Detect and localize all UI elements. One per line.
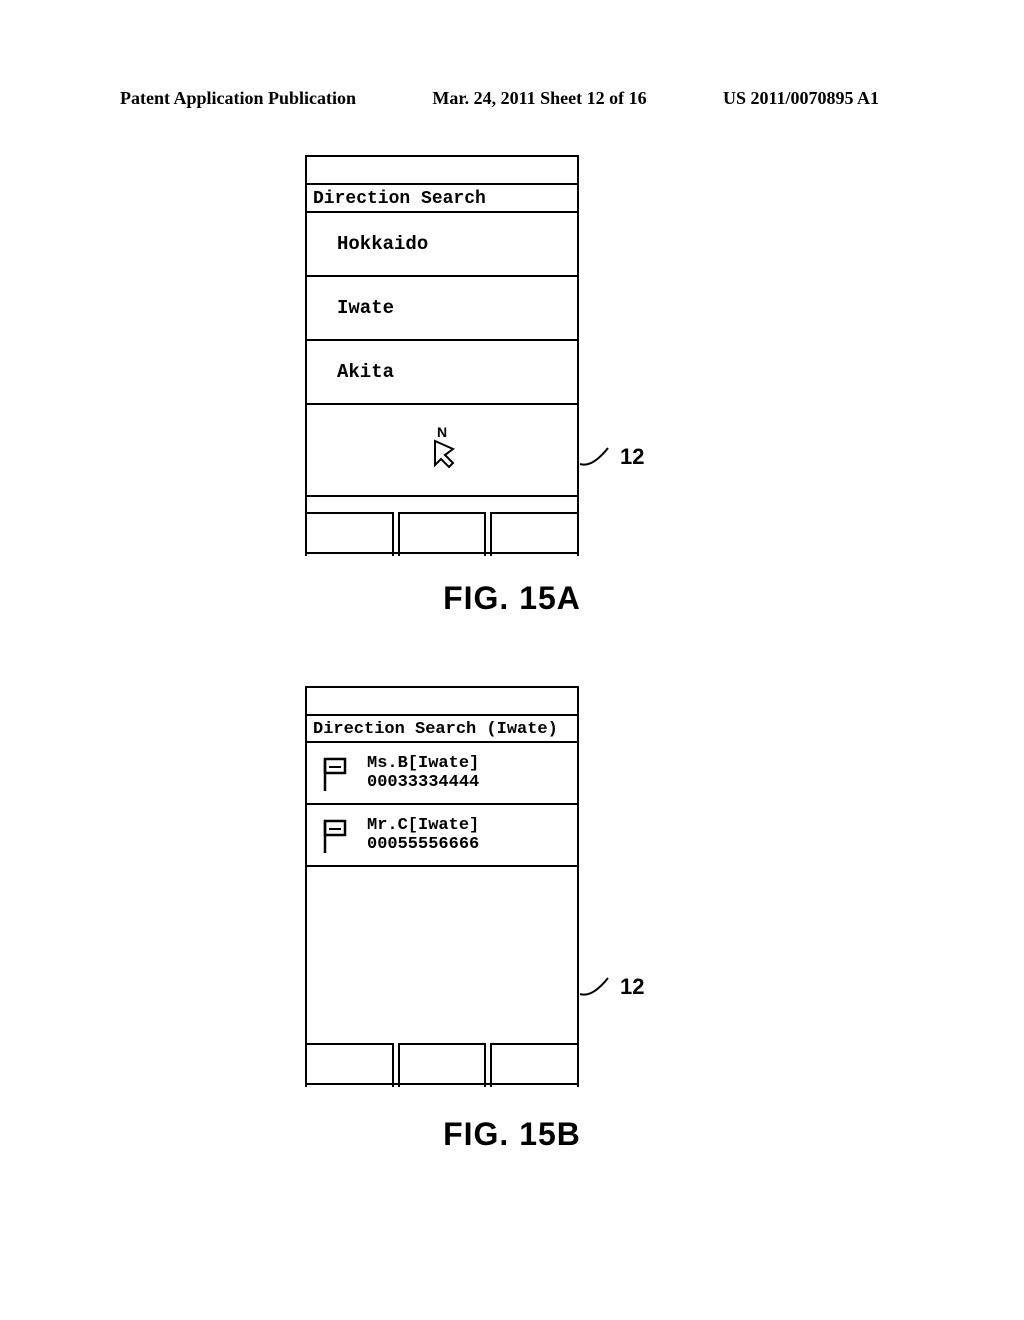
contact-name: Ms.B[Iwate] <box>367 754 479 773</box>
page-header: Patent Application Publication Mar. 24, … <box>120 88 879 109</box>
callout-line-icon <box>578 442 614 472</box>
contact-number: 00055556666 <box>367 835 479 854</box>
softkey-right[interactable] <box>490 512 579 556</box>
softkey-bar <box>307 1043 577 1083</box>
list-item[interactable]: Akita <box>307 341 577 405</box>
softkey-right[interactable] <box>490 1043 579 1087</box>
header-center: Mar. 24, 2011 Sheet 12 of 16 <box>432 88 646 109</box>
list-item[interactable]: Iwate <box>307 277 577 341</box>
list-item[interactable]: Mr.C[Iwate] 00055556666 <box>307 805 577 867</box>
device-screen-b: Direction Search (Iwate) Ms.B[Iwate] 000… <box>305 686 579 1085</box>
figure-label-a: FIG. 15A <box>0 580 1024 617</box>
list-item-label: Hokkaido <box>337 233 428 255</box>
header-left: Patent Application Publication <box>120 88 356 109</box>
list-item[interactable]: Ms.B[Iwate] 00033334444 <box>307 743 577 805</box>
device-screen-a: Direction Search Hokkaido Iwate Akita N <box>305 155 579 554</box>
softkey-center[interactable] <box>398 1043 487 1087</box>
screen-title: Direction Search (Iwate) <box>307 716 577 743</box>
callout-12a: 12 <box>578 442 644 472</box>
flag-icon <box>319 753 353 793</box>
list-item-label: Akita <box>337 361 394 383</box>
callout-number: 12 <box>620 444 644 470</box>
flag-icon <box>319 815 353 855</box>
status-bar <box>307 688 577 716</box>
callout-12b: 12 <box>578 972 644 1002</box>
softkey-center[interactable] <box>398 512 487 556</box>
softkey-left[interactable] <box>305 1043 394 1087</box>
figure-label-b: FIG. 15B <box>0 1116 1024 1153</box>
list-item-label: Iwate <box>337 297 394 319</box>
callout-line-icon <box>578 972 614 1002</box>
header-right: US 2011/0070895 A1 <box>723 88 879 109</box>
softkey-bar <box>307 512 577 552</box>
compass-area: N <box>307 405 577 497</box>
screen-title: Direction Search <box>307 185 577 213</box>
list-item[interactable]: Hokkaido <box>307 213 577 277</box>
svg-text:N: N <box>437 425 447 440</box>
status-bar <box>307 157 577 185</box>
contact-number: 00033334444 <box>367 773 479 792</box>
contact-name: Mr.C[Iwate] <box>367 816 479 835</box>
callout-number: 12 <box>620 974 644 1000</box>
compass-cursor-icon: N <box>423 425 461 475</box>
softkey-left[interactable] <box>305 512 394 556</box>
